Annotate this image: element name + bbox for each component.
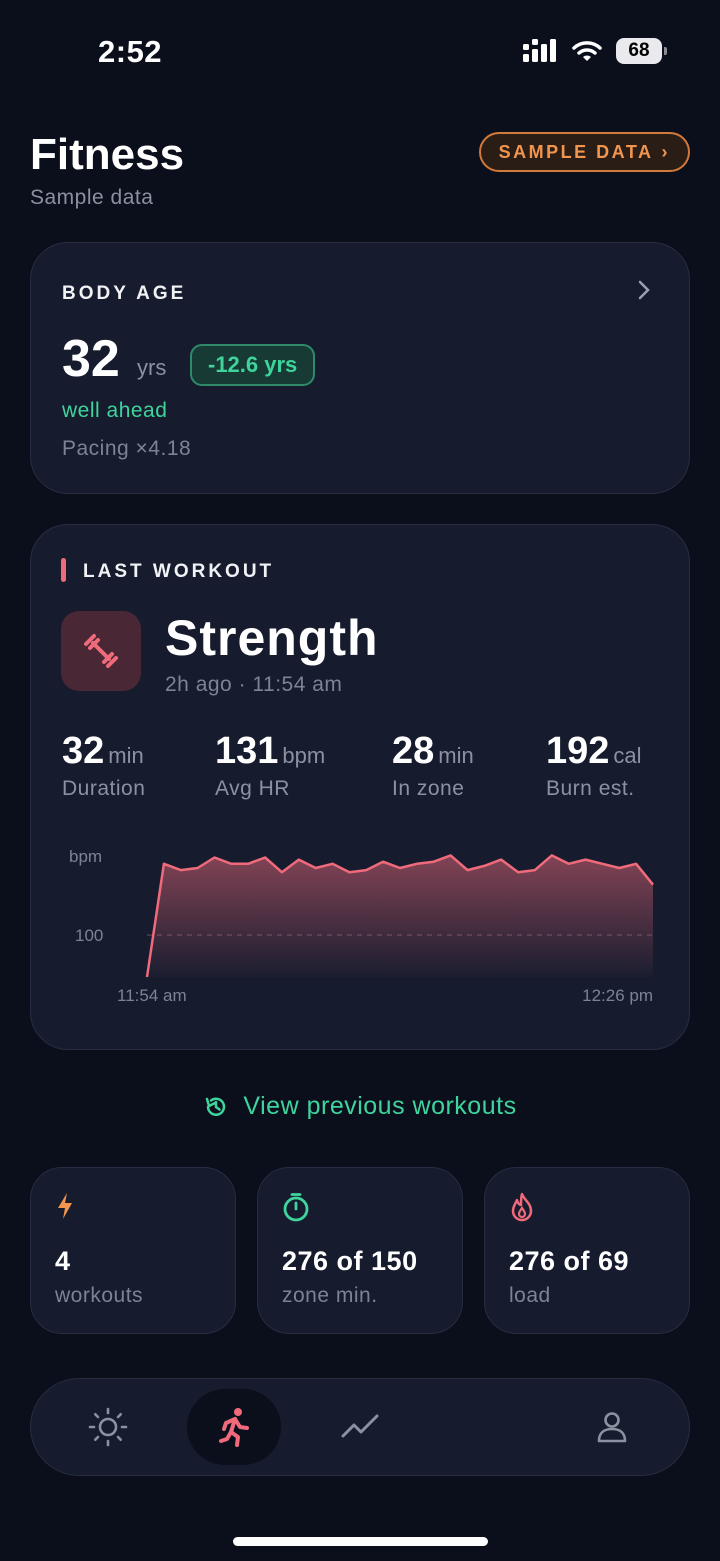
stat-avg-hr: 131 bpm Avg HR [215,730,325,801]
last-workout-card[interactable]: LAST WORKOUT Strength 2h ago · 11:54 am … [30,524,690,1050]
sample-data-label: SAMPLE DATA [498,141,654,162]
body-age-card[interactable]: BODY AGE 32 yrs -12.6 yrs well ahead Pac… [30,242,690,494]
workout-time: 2h ago · 11:54 am [165,673,343,696]
battery-indicator: 68 [616,38,667,64]
history-icon [206,1097,226,1116]
stat-label: Burn est. [546,777,635,800]
stat-duration: 32 min Duration [62,730,145,801]
page-title: Fitness [30,130,185,179]
moon-icon [479,1411,495,1443]
tile-value: 276 of 69 [509,1246,630,1276]
page-subtitle: Sample data [30,186,154,209]
stat-unit: min [438,743,474,768]
sample-data-button[interactable]: SAMPLE DATA › [478,132,690,172]
stat-value: 28 [392,730,435,772]
tile-load[interactable]: 276 of 69 load [484,1167,690,1334]
tab-profile[interactable] [565,1389,659,1465]
chart-x-start: 11:54 am [117,986,187,1005]
stat-value: 32 [62,730,105,772]
status-time: 2:52 [98,34,163,69]
body-age-value: 32 [62,330,120,388]
home-indicator[interactable] [233,1537,488,1546]
tab-fitness[interactable] [187,1389,281,1465]
tab-sleep[interactable] [439,1389,533,1465]
section-accent-bar [61,558,66,582]
stat-value: 192 [546,730,610,772]
wifi-icon [572,41,602,61]
tile-label: workouts [55,1284,144,1307]
body-age-unit: yrs [137,355,167,380]
view-previous-label: View previous workouts [243,1092,517,1120]
tile-workouts[interactable]: 4 workouts [30,1167,236,1334]
stat-label: Duration [62,777,146,800]
stat-unit: cal [613,743,642,768]
stat-value: 131 [215,730,279,772]
tile-value: 276 of 150 [282,1246,418,1276]
trend-icon [341,1414,379,1438]
workout-title: Strength [165,610,379,666]
bolt-icon [55,1192,75,1225]
dumbbell-icon [61,611,141,691]
stat-unit: min [108,743,144,768]
tile-label: zone min. [282,1284,378,1307]
body-age-delta-badge: -12.6 yrs [190,344,316,386]
stat-label: Avg HR [215,777,290,800]
view-previous-workouts-link[interactable]: View previous workouts [0,1092,720,1121]
chart-area [147,855,653,977]
body-age-label: BODY AGE [62,283,187,304]
heart-rate-chart: bpm 100 11:54 am 12:26 pm [69,847,654,1005]
stat-burn: 192 cal Burn est. [546,730,642,801]
stat-unit: bpm [282,743,326,768]
tile-label: load [509,1284,551,1307]
last-workout-label: LAST WORKOUT [83,561,275,582]
chart-x-end: 12:26 pm [582,986,653,1005]
chevron-right-icon: › [661,141,670,162]
person-icon [597,1412,627,1443]
runner-icon [219,1408,249,1447]
stat-label: In zone [392,777,465,800]
chart-y-unit: bpm [69,847,102,866]
stat-in-zone: 28 min In zone [392,730,474,801]
tab-bar [30,1378,690,1476]
sun-icon [88,1407,128,1447]
stopwatch-icon [282,1192,310,1227]
tab-trends[interactable] [313,1389,407,1465]
tile-value: 4 [55,1246,71,1276]
flame-icon [509,1192,535,1227]
cellular-signal-icon [523,39,556,62]
status-icons: 68 [522,38,667,64]
tab-today[interactable] [61,1389,155,1465]
chevron-right-icon [637,279,651,308]
body-age-pacing: Pacing ×4.18 [62,437,192,460]
body-age-status: well ahead [62,399,168,422]
tile-zone-minutes[interactable]: 276 of 150 zone min. [257,1167,463,1334]
chart-reference-label: 100 [75,926,103,945]
